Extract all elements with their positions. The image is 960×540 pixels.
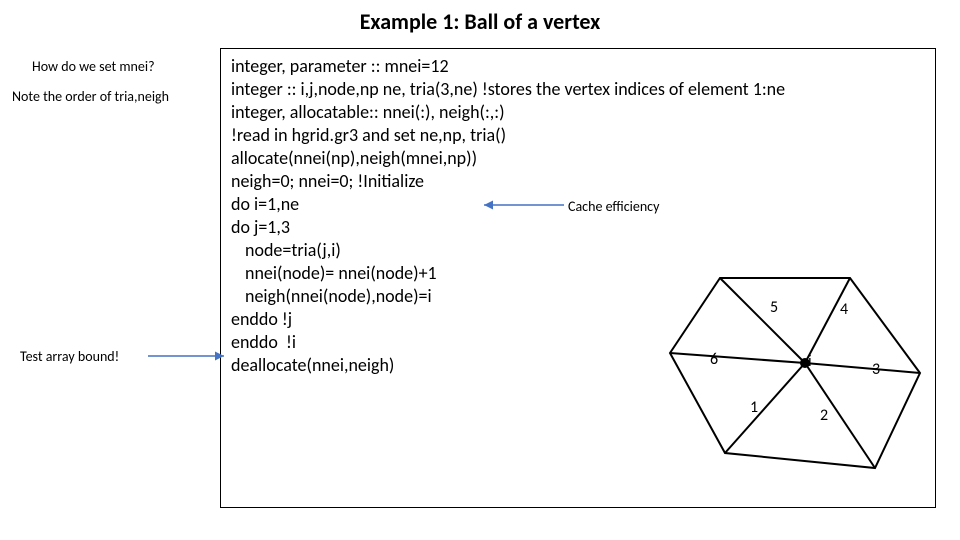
diagram-label-1: 1	[750, 398, 758, 417]
annotation-mnei-question: How do we set mnei?	[32, 58, 155, 75]
code-line-3: integer, allocatable:: nnei(:), neigh(:,…	[231, 101, 925, 124]
code-line-2: integer :: i,j,node,np ne, tria(3,ne) !s…	[231, 78, 925, 101]
annotation-test-bound: Test array bound!	[20, 348, 165, 365]
code-line-6: allocate(nnei(np),neigh(mnei,np))	[231, 147, 925, 170]
diagram-label-6: 6	[710, 350, 718, 369]
diagram-label-2: 2	[820, 406, 828, 425]
code-line-5: !read in hgrid.gr3 and set ne,np, tria()	[231, 124, 925, 147]
code-line-7: neigh=0; nnei=0; !Initialize	[231, 170, 925, 193]
diagram-label-5: 5	[770, 298, 778, 317]
code-line-1: integer, parameter :: mnei=12	[231, 55, 925, 78]
mesh-diagram: 1 2 3 4 5 6 i	[650, 258, 940, 488]
code-line-9: do j=1,3	[231, 216, 925, 239]
diagram-label-4: 4	[840, 300, 848, 319]
diagram-label-i: i	[808, 352, 812, 371]
diagram-label-3: 3	[872, 360, 880, 379]
annotation-tria-order: Note the order of tria,neigh	[12, 88, 169, 105]
code-line-8: do i=1,ne	[231, 193, 925, 216]
slide-title: Example 1: Ball of a vertex	[0, 8, 960, 35]
